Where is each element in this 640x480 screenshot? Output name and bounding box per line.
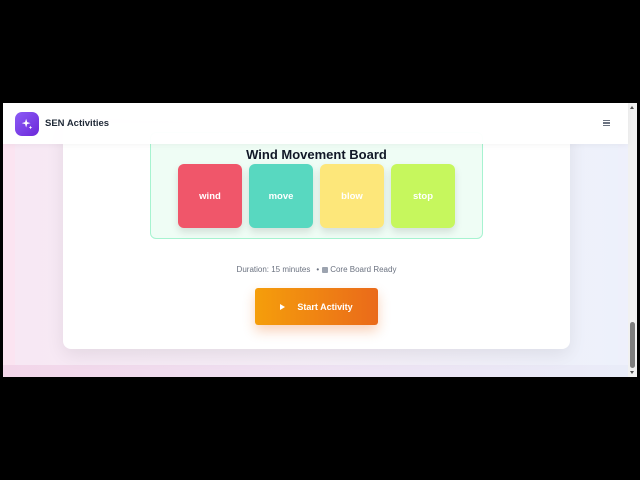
- tile-move[interactable]: move: [249, 164, 313, 228]
- brand-title[interactable]: SEN Activities: [45, 118, 109, 129]
- activity-card: Wind Movement Board wind move blow stop …: [63, 123, 570, 349]
- scroll-down-icon[interactable]: [630, 371, 634, 374]
- tile-stop[interactable]: stop: [391, 164, 455, 228]
- board-icon: [322, 266, 329, 273]
- tile-wind[interactable]: wind: [178, 164, 242, 228]
- core-board: Wind Movement Board wind move blow stop: [150, 132, 483, 239]
- app-header: SEN Activities: [3, 103, 628, 144]
- hamburger-menu-icon[interactable]: [601, 117, 613, 129]
- scroll-up-icon[interactable]: [630, 106, 634, 109]
- tile-blow[interactable]: blow: [320, 164, 384, 228]
- browser-viewport: Wind Movement Board wind move blow stop …: [3, 103, 637, 377]
- page-scrollbar[interactable]: [628, 103, 637, 377]
- sparkle-icon[interactable]: [15, 112, 39, 136]
- scrollbar-thumb[interactable]: [630, 322, 635, 368]
- board-status-text: Core Board Ready: [330, 265, 397, 274]
- start-activity-button[interactable]: Start Activity: [255, 288, 378, 325]
- duration-text: Duration: 15 minutes: [236, 265, 311, 274]
- activity-meta: Duration: 15 minutes • Core Board Ready: [63, 265, 570, 274]
- start-activity-label: Start Activity: [297, 301, 353, 312]
- play-icon: [280, 303, 286, 310]
- page-footer-strip: [3, 365, 628, 377]
- board-title: Wind Movement Board: [246, 147, 387, 162]
- meta-separator: •: [316, 265, 320, 274]
